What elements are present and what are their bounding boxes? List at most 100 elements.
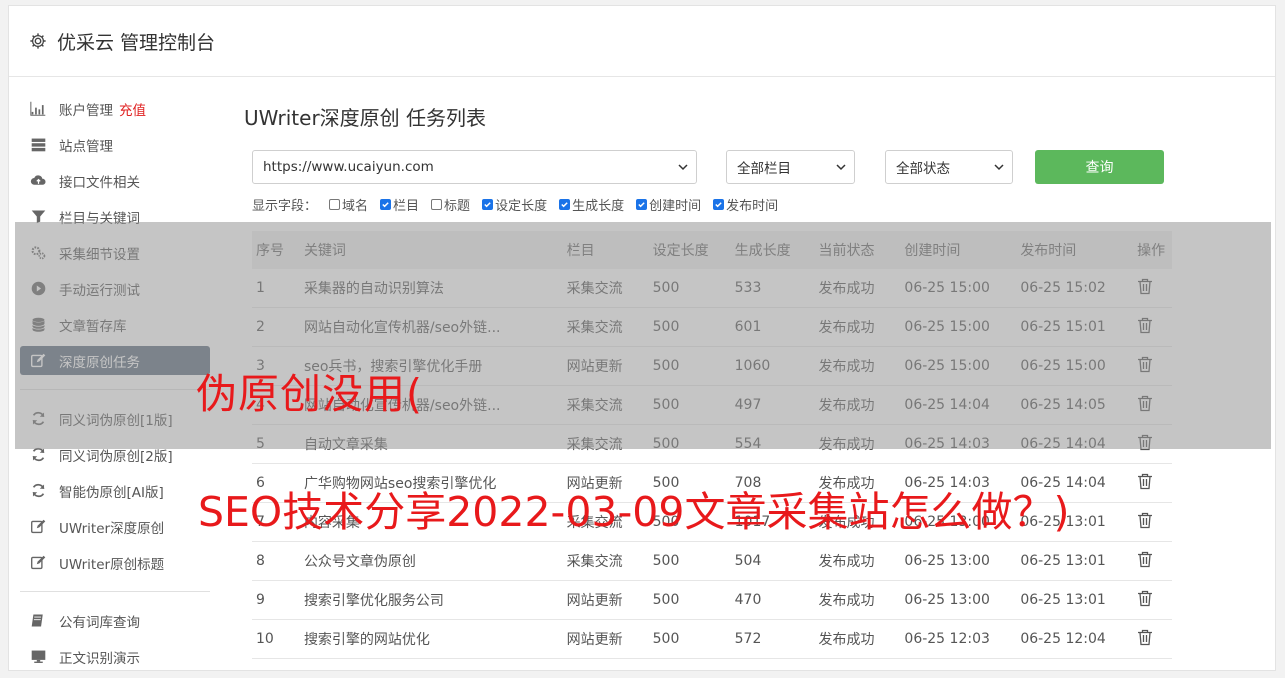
sidebar-item[interactable]: 公有词库查询 bbox=[20, 606, 210, 635]
table-cell: 504 bbox=[730, 541, 815, 581]
table-cell: 10 bbox=[252, 619, 300, 659]
status-select[interactable]: 全部状态 bbox=[885, 150, 1013, 184]
table-cell: 发布成功 bbox=[814, 580, 901, 620]
app-title: 优采云 管理控制台 bbox=[57, 31, 216, 54]
table-cell: 06-25 12:03 bbox=[900, 619, 1017, 659]
filter-bar: https://www.ucaiyun.com 全部栏目 全部状态 查询 bbox=[244, 150, 1164, 184]
sidebar-item-label: 公有词库查询 bbox=[59, 614, 140, 631]
action-cell bbox=[1133, 463, 1172, 503]
table-cell: 500 bbox=[648, 619, 731, 659]
watermark-line2: SEO技术分享2022-03-09文章采集站怎么做？) bbox=[198, 488, 1070, 536]
table-cell: 500 bbox=[648, 580, 731, 620]
refresh-icon bbox=[32, 483, 45, 498]
field-checkbox[interactable]: 发布时间 bbox=[713, 195, 778, 214]
action-cell bbox=[1133, 502, 1172, 542]
field-checkbox[interactable]: 域名 bbox=[329, 195, 368, 214]
monitor-icon bbox=[31, 650, 46, 663]
sidebar-item-label: 正文识别演示 bbox=[59, 650, 140, 667]
table-cell: 06-25 12:04 bbox=[1016, 619, 1134, 659]
table-cell: 采集交流 bbox=[562, 541, 649, 581]
sidebar-item-label: 智能伪原创[AI版] bbox=[59, 484, 164, 501]
table-cell: 572 bbox=[730, 619, 815, 659]
fields-label: 显示字段： bbox=[252, 199, 318, 214]
sidebar-item[interactable]: 智能伪原创[AI版] bbox=[20, 476, 210, 505]
query-button[interactable]: 查询 bbox=[1035, 150, 1164, 184]
column-select-value: 全部栏目 bbox=[737, 161, 791, 177]
field-checkbox[interactable]: 生成长度 bbox=[559, 195, 624, 214]
field-checkbox[interactable]: 设定长度 bbox=[482, 195, 547, 214]
trash-icon[interactable] bbox=[1137, 629, 1153, 646]
checkbox-icon[interactable] bbox=[380, 199, 392, 210]
field-label: 域名 bbox=[342, 199, 369, 214]
book-icon bbox=[31, 614, 43, 627]
checkbox-icon[interactable] bbox=[431, 199, 443, 210]
table-cell: 06-25 13:00 bbox=[900, 580, 1017, 620]
action-cell bbox=[1133, 541, 1172, 581]
sidebar-item-label: 站点管理 bbox=[59, 138, 113, 155]
sidebar-divider bbox=[20, 591, 210, 592]
chevron-down-icon bbox=[994, 164, 1004, 171]
table-cell: 9 bbox=[252, 580, 300, 620]
table-cell: 06-25 13:00 bbox=[900, 541, 1017, 581]
checkbox-icon[interactable] bbox=[329, 199, 341, 210]
trash-icon[interactable] bbox=[1137, 590, 1153, 607]
table-row: 8 公众号文章伪原创 采集交流 500 504 发布成功 06-25 13:00 06-25 … bbox=[252, 541, 1172, 581]
table-cell: 500 bbox=[648, 541, 731, 581]
table-cell: 网站更新 bbox=[562, 619, 649, 659]
table-cell: 公众号文章伪原创 bbox=[299, 541, 563, 581]
edit-icon bbox=[31, 555, 46, 570]
watermark-line1: 伪原创没用( bbox=[196, 370, 423, 418]
checkbox-icon[interactable] bbox=[559, 199, 571, 210]
field-checkbox[interactable]: 标题 bbox=[431, 195, 470, 214]
table-cell: 搜索引擎优化服务公司 bbox=[299, 580, 563, 620]
sidebar-item-label: UWriter深度原创 bbox=[59, 520, 165, 537]
table-cell: 搜索引擎的网站优化 bbox=[299, 619, 563, 659]
field-label: 生成长度 bbox=[572, 199, 625, 214]
field-checkbox[interactable]: 创建时间 bbox=[636, 195, 701, 214]
bar-chart-icon bbox=[30, 101, 46, 116]
table-cell: 470 bbox=[730, 580, 815, 620]
cloud-upload-icon bbox=[30, 175, 46, 185]
gear-icon bbox=[30, 33, 46, 49]
table-cell: 发布成功 bbox=[814, 541, 901, 581]
column-select[interactable]: 全部栏目 bbox=[726, 150, 855, 184]
trash-icon[interactable] bbox=[1137, 473, 1153, 490]
table-cell: 06-25 13:01 bbox=[1016, 541, 1134, 581]
table-row: 9 搜索引擎优化服务公司 网站更新 500 470 发布成功 06-25 13:00 06-2… bbox=[252, 580, 1172, 620]
action-cell bbox=[1133, 580, 1172, 620]
field-checkbox[interactable]: 栏目 bbox=[380, 195, 419, 214]
chevron-down-icon bbox=[836, 164, 846, 171]
header-bar: 优采云 管理控制台 bbox=[9, 6, 1275, 77]
server-icon bbox=[31, 138, 46, 152]
sidebar-item-label: 接口文件相关 bbox=[59, 174, 140, 191]
main-content: UWriter深度原创 任务列表 https://www.ucaiyun.com… bbox=[244, 90, 1172, 659]
field-label: 设定长度 bbox=[495, 199, 548, 214]
field-label: 创建时间 bbox=[649, 199, 702, 214]
sidebar-item[interactable]: 正文识别演示 bbox=[20, 642, 210, 671]
site-select-value: https://www.ucaiyun.com bbox=[263, 159, 434, 175]
site-select[interactable]: https://www.ucaiyun.com bbox=[252, 150, 697, 184]
sidebar-item[interactable]: UWriter原创标题 bbox=[20, 548, 210, 577]
sidebar-item[interactable]: UWriter深度原创 bbox=[20, 512, 210, 541]
table-row: 10 搜索引擎的网站优化 网站更新 500 572 发布成功 06-25 12:03 06-2… bbox=[252, 619, 1172, 659]
field-label: 栏目 bbox=[393, 199, 420, 214]
field-label: 发布时间 bbox=[726, 199, 779, 214]
table-cell: 发布成功 bbox=[814, 619, 901, 659]
action-cell bbox=[1133, 619, 1172, 659]
field-label: 标题 bbox=[444, 199, 471, 214]
trash-icon[interactable] bbox=[1137, 551, 1153, 568]
display-fields: 显示字段： 域名 栏目 标题 设定长度 生成长度 创建时间 发布时间 bbox=[244, 195, 778, 214]
sidebar-item[interactable]: 账户管理 充值 bbox=[20, 94, 210, 123]
sidebar-item-label: UWriter原创标题 bbox=[59, 556, 165, 573]
checkbox-icon[interactable] bbox=[636, 199, 648, 210]
checkbox-icon[interactable] bbox=[713, 199, 725, 210]
sidebar-item[interactable]: 站点管理 bbox=[20, 130, 210, 159]
edit-icon bbox=[31, 519, 46, 534]
recharge-link[interactable]: 充值 bbox=[119, 99, 146, 119]
chevron-down-icon bbox=[678, 164, 688, 171]
checkbox-icon[interactable] bbox=[482, 199, 494, 210]
page-title: UWriter深度原创 任务列表 bbox=[244, 106, 487, 130]
trash-icon[interactable] bbox=[1137, 512, 1153, 529]
sidebar-item[interactable]: 接口文件相关 bbox=[20, 166, 210, 195]
status-select-value: 全部状态 bbox=[896, 161, 950, 177]
